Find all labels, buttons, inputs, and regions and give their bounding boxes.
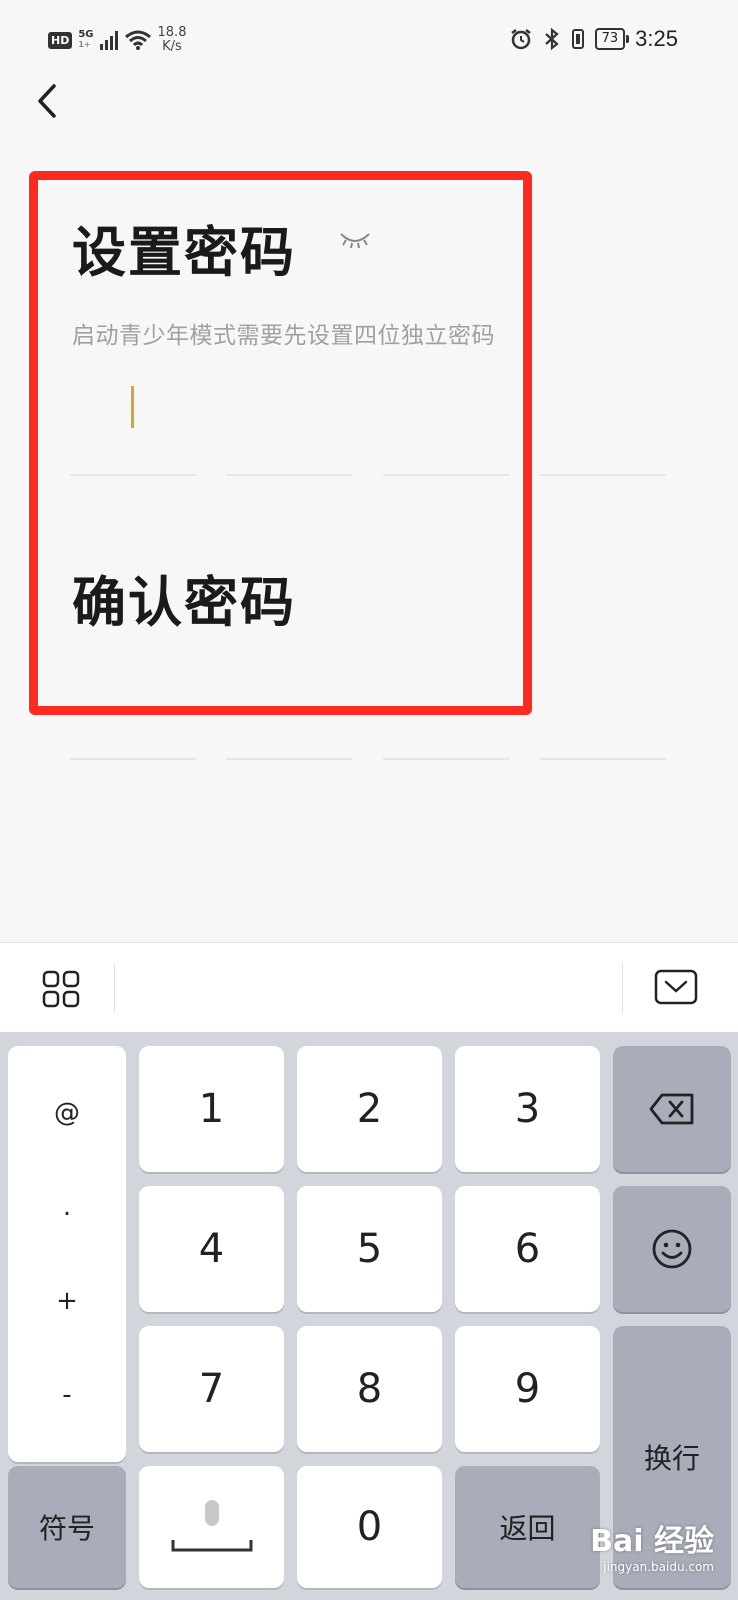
smiley-icon [652,1229,692,1269]
watermark-brand: Bai 经验 [590,1524,714,1559]
grid-menu-icon[interactable] [42,970,80,1008]
watermark-url: jingyan.baidu.com [603,1560,714,1574]
key-dot[interactable]: . [63,1192,71,1222]
microphone-icon [171,1500,252,1552]
keyboard-toolbar [0,942,738,1033]
symbols-key[interactable]: 符号 [8,1466,126,1588]
watermark: Bai 经验 jingyan.baidu.com [590,1516,714,1574]
key-8[interactable]: 8 [297,1326,442,1452]
battery-indicator: 73 [594,28,629,50]
voice-space-key[interactable] [139,1466,284,1588]
emoji-key[interactable] [613,1186,731,1312]
backspace-key[interactable] [613,1046,731,1172]
confirm-digit-1[interactable] [70,758,196,760]
hd-badge: HD [48,31,73,49]
network-speed: 18.8 K/s [158,26,187,54]
clock: 3:25 [635,26,678,51]
toolbar-divider [622,963,623,1013]
confirm-digit-4[interactable] [540,758,666,760]
key-plus[interactable]: + [56,1286,78,1316]
key-2[interactable]: 2 [297,1046,442,1172]
backspace-icon [649,1093,694,1125]
network-type: 5G 1+ [78,30,93,50]
network-label: 5G [78,29,94,40]
bluetooth-icon [544,27,559,51]
key-7[interactable]: 7 [139,1326,284,1452]
key-5[interactable]: 5 [297,1186,442,1312]
speed-unit: K/s [162,39,182,54]
hide-keyboard-icon[interactable] [654,969,698,1005]
wifi-icon [124,30,151,50]
key-6[interactable]: 6 [455,1186,600,1312]
confirm-digit-2[interactable] [226,758,352,760]
key-3[interactable]: 3 [455,1046,600,1172]
key-minus[interactable]: - [62,1380,71,1410]
key-4[interactable]: 4 [139,1186,284,1312]
key-0[interactable]: 0 [297,1466,442,1588]
key-1[interactable]: 1 [139,1046,284,1172]
password-digit-4[interactable] [540,474,666,476]
signal-icon [99,30,118,50]
highlight-box [29,171,532,715]
numeric-keyboard: @ . + - 1 2 3 4 5 6 7 8 9 换行 符号 0 返回 Bai… [0,1032,738,1600]
key-9[interactable]: 9 [455,1326,600,1452]
confirm-digit-3[interactable] [383,758,509,760]
return-key[interactable]: 返回 [455,1466,600,1588]
symbol-column[interactable]: @ . + - [8,1046,126,1462]
speed-value: 18.8 [157,25,187,40]
status-bar: HD 5G 1+ 18.8 K/s 73 3:25 [0,0,738,84]
vibrate-icon [571,29,584,49]
alarm-icon [510,29,531,50]
toolbar-divider [114,963,115,1013]
status-left: HD 5G 1+ 18.8 K/s [48,26,186,54]
key-at[interactable]: @ [54,1098,80,1128]
network-sub-label: 1+ [78,40,91,49]
back-arrow-icon[interactable] [30,78,70,124]
status-right: 73 3:25 [509,26,678,52]
